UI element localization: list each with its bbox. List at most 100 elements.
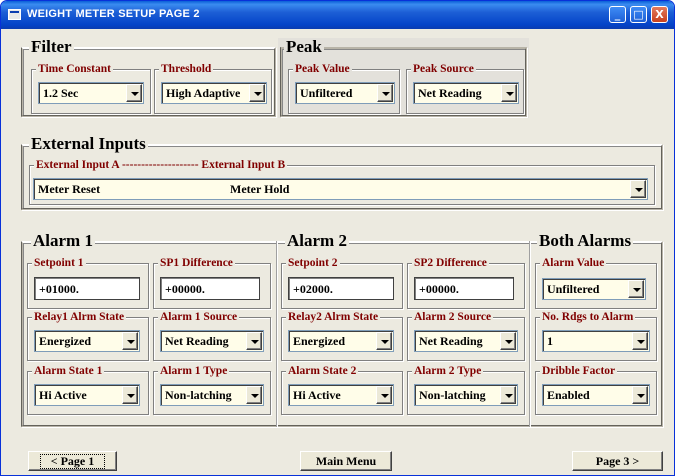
setpoint2-input[interactable]: +02000. [288,277,394,300]
sp1-difference-label: SP1 Difference [158,256,235,270]
alarm-state2-select[interactable]: Hi Active [288,384,394,406]
maximize-button[interactable]: □ [630,6,647,23]
alarm-divider [276,241,278,427]
alarm2-source-select[interactable]: Net Reading [414,330,518,352]
peak-value-label: Peak Value [293,62,352,76]
external-input-b-value: Meter Hold [230,182,290,196]
alarm-state1-value: Hi Active [39,388,87,402]
setpoint2-box: Setpoint 2 +02000. [281,256,403,309]
sp1-difference-input[interactable]: +00000. [160,277,260,300]
chevron-down-icon[interactable] [500,332,516,350]
setup-window: WEIGHT METER SETUP PAGE 2 _ □ X Filter T… [0,0,675,476]
alarm1-title: Alarm 1 [31,231,95,250]
relay1-state-box: Relay1 Alrm State Energized [27,310,149,361]
main-menu-button-label: Main Menu [315,454,377,468]
alarm-state1-select[interactable]: Hi Active [34,384,140,406]
alarm1-source-value: Net Reading [165,334,229,348]
sp1-difference-box: SP1 Difference +00000. [153,256,271,309]
rdgs-to-alarm-select[interactable]: 1 [542,330,650,352]
peak-value-box: Peak Value Unfiltered [288,62,400,114]
dribble-factor-value: Enabled [547,388,590,402]
chevron-down-icon[interactable] [500,386,516,404]
rdgs-to-alarm-box: No. Rdgs to Alarm 1 [535,310,657,361]
close-button[interactable]: X [651,6,668,23]
alarm2-source-label: Alarm 2 Source [412,310,494,324]
external-inputs-group: External Inputs External Input A -------… [21,135,663,210]
chevron-down-icon[interactable] [246,332,262,350]
time-constant-box: Time Constant 1.2 Sec [31,62,151,114]
sp2-difference-input[interactable]: +00000. [414,277,514,300]
sp2-difference-label: SP2 Difference [412,256,489,270]
filter-title: Filter [29,37,74,56]
relay1-state-select[interactable]: Energized [34,330,140,352]
page1-button[interactable]: < Page 1 [28,451,117,471]
setpoint1-value: +01000. [39,282,79,296]
setpoint1-label: Setpoint 1 [32,256,86,270]
peak-value-select[interactable]: Unfiltered [295,82,395,104]
external-input-a-value: Meter Reset [38,182,101,196]
alarm1-source-select[interactable]: Net Reading [160,330,264,352]
sp2-difference-value: +00000. [419,282,459,296]
chevron-down-icon[interactable] [628,280,644,298]
window-title: WEIGHT METER SETUP PAGE 2 [27,8,200,20]
rdgs-to-alarm-label: No. Rdgs to Alarm [540,310,636,324]
chevron-down-icon[interactable] [249,84,265,102]
setpoint1-box: Setpoint 1 +01000. [27,256,149,309]
minimize-icon: _ [614,8,621,21]
chevron-down-icon[interactable] [632,386,648,404]
alarm2-type-box: Alarm 2 Type Non-latching [407,364,525,415]
relay1-state-value: Energized [39,334,91,348]
dribble-factor-select[interactable]: Enabled [542,384,650,406]
chevron-down-icon[interactable] [630,180,646,198]
chevron-down-icon[interactable] [632,332,648,350]
relay1-state-label: Relay1 Alrm State [32,310,127,324]
external-input-a-label: External Input A [36,159,120,171]
alarm2-type-select[interactable]: Non-latching [414,384,518,406]
setpoint1-input[interactable]: +01000. [34,277,140,300]
alarm-value-box: Alarm Value Unfiltered [535,256,657,309]
sp2-difference-box: SP2 Difference +00000. [407,256,525,309]
chevron-down-icon[interactable] [246,386,262,404]
alarms-group: Alarm 1 Alarm 2 Both Alarms Setpoint 1 +… [21,232,663,427]
alarm2-type-value: Non-latching [419,388,486,402]
alarm-value-label: Alarm Value [540,256,607,270]
alarm-value-select[interactable]: Unfiltered [542,278,646,300]
time-constant-select[interactable]: 1.2 Sec [38,82,144,104]
chevron-down-icon[interactable] [376,332,392,350]
dribble-factor-box: Dribble Factor Enabled [535,364,657,415]
chevron-down-icon[interactable] [501,84,517,102]
threshold-select[interactable]: High Adaptive [161,82,267,104]
external-input-b-label: External Input B [201,159,286,171]
chevron-down-icon[interactable] [376,386,392,404]
chevron-down-icon[interactable] [126,84,142,102]
setpoint2-label: Setpoint 2 [286,256,340,270]
peak-title: Peak [284,37,324,56]
alarm-state2-box: Alarm State 2 Hi Active [281,364,403,415]
threshold-box: Threshold High Adaptive [154,62,272,114]
alarm1-type-label: Alarm 1 Type [158,364,230,378]
chevron-down-icon[interactable] [122,332,138,350]
external-inputs-label: External Input A -------------------- Ex… [34,158,288,172]
chevron-down-icon[interactable] [377,84,393,102]
page1-button-label: < Page 1 [39,454,106,469]
peak-source-label: Peak Source [411,62,476,76]
title-bar[interactable]: WEIGHT METER SETUP PAGE 2 _ □ X [1,1,674,29]
external-inputs-select[interactable]: Meter Reset Meter Hold [33,178,648,200]
minimize-button[interactable]: _ [609,6,626,23]
alarm1-source-label: Alarm 1 Source [158,310,240,324]
main-menu-button[interactable]: Main Menu [300,451,392,471]
peak-frame: Peak Peak Value Unfiltered Peak Source N… [280,38,527,117]
alarm1-type-box: Alarm 1 Type Non-latching [153,364,271,415]
threshold-value: High Adaptive [166,86,241,100]
page3-button[interactable]: Page 3 > [572,451,663,471]
relay2-state-value: Energized [293,334,345,348]
chevron-down-icon[interactable] [122,386,138,404]
alarm1-source-box: Alarm 1 Source Net Reading [153,310,271,361]
peak-value-value: Unfiltered [300,86,353,100]
dribble-factor-label: Dribble Factor [540,364,618,378]
alarm1-type-value: Non-latching [165,388,232,402]
alarm1-type-select[interactable]: Non-latching [160,384,264,406]
peak-source-value: Net Reading [418,86,482,100]
relay2-state-select[interactable]: Energized [288,330,394,352]
peak-source-select[interactable]: Net Reading [413,82,519,104]
